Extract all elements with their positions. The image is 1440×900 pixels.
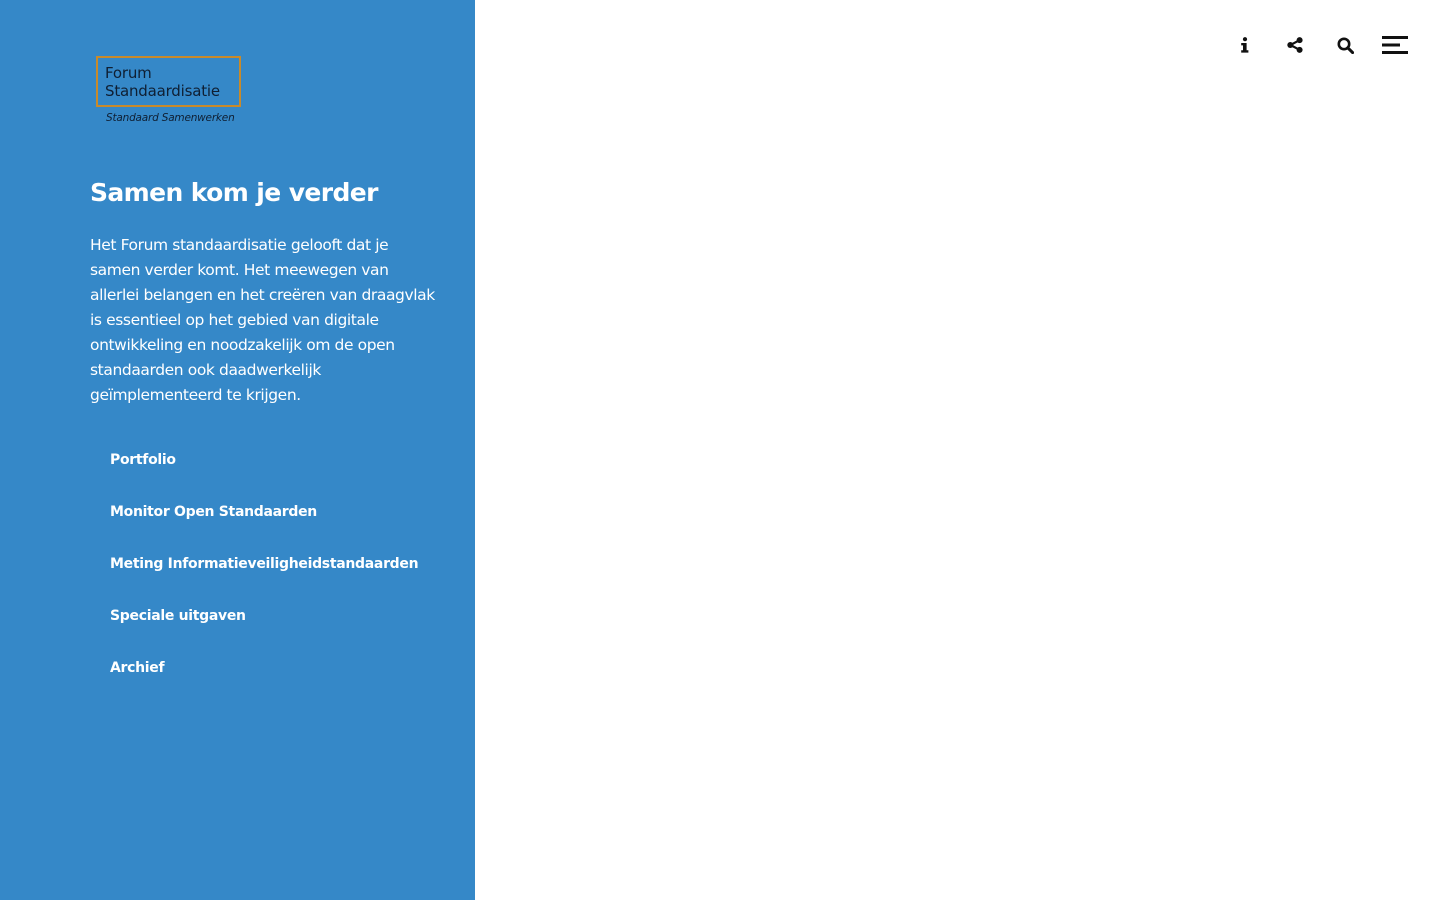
- top-toolbar: [1210, 30, 1410, 60]
- site-logo[interactable]: Forum Standaardisatie Standaard Samenwer…: [96, 56, 242, 128]
- logo-text-forum: Forum: [105, 64, 152, 82]
- menu-button[interactable]: [1380, 30, 1410, 60]
- share-icon: [1287, 37, 1303, 53]
- intro-text: Het Forum standaardisatie gelooft dat je…: [90, 236, 435, 404]
- menu-icon: [1382, 36, 1408, 54]
- sidebar-link-speciale-uitgaven[interactable]: Speciale uitgaven: [110, 605, 246, 627]
- sidebar-link-monitor-open-standaarden[interactable]: Monitor Open Standaarden: [110, 501, 317, 523]
- sidebar: Forum Standaardisatie Standaard Samenwer…: [0, 0, 475, 900]
- logo-tagline: Standaard Samenwerken: [106, 112, 235, 124]
- intro-title: Samen kom je verder: [90, 178, 378, 207]
- search-icon: [1337, 37, 1354, 54]
- sidebar-item-meting-informatieveiligheidstandaarden: Meting Informatieveiligheidstandaarden: [110, 553, 419, 605]
- sidebar-item-speciale-uitgaven: Speciale uitgaven: [110, 605, 418, 657]
- logo-text-standaardisatie: Standaardisatie: [105, 82, 220, 100]
- sidebar-nav: Portfolio Monitor Open Standaarden Metin…: [110, 449, 419, 709]
- info-button[interactable]: [1230, 30, 1260, 60]
- sidebar-link-archief[interactable]: Archief: [110, 657, 165, 679]
- page: Forum Standaardisatie Standaard Samenwer…: [0, 0, 1440, 900]
- search-button[interactable]: [1330, 30, 1360, 60]
- info-icon: [1241, 37, 1249, 53]
- sidebar-item-archief: Archief: [110, 657, 418, 709]
- sidebar-item-portfolio: Portfolio: [110, 449, 418, 501]
- sidebar-link-portfolio[interactable]: Portfolio: [110, 449, 176, 471]
- share-button[interactable]: [1280, 30, 1310, 60]
- sidebar-item-monitor-open-standaarden: Monitor Open Standaarden: [110, 501, 418, 553]
- sidebar-link-meting-informatieveiligheidstandaarden[interactable]: Meting Informatieveiligheidstandaarden: [110, 553, 419, 575]
